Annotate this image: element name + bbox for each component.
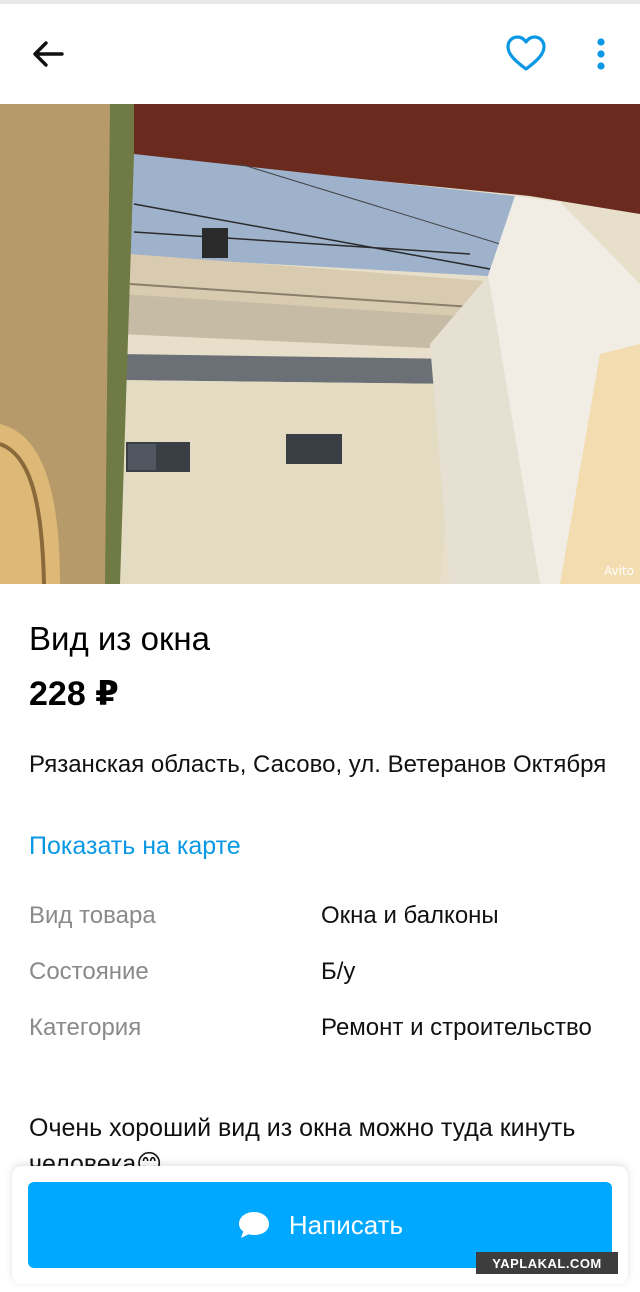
favorite-button[interactable] [504,32,548,76]
more-button[interactable] [588,34,614,74]
listing-photo[interactable]: Avito [0,104,640,584]
listing-address: Рязанская область, Сасово, ул. Ветеранов… [29,751,607,778]
listing-price: 228 ₽ [29,675,119,713]
listing-title: Вид из окна [29,620,210,657]
param-label-condition: Состояние [29,958,149,985]
top-bar [0,0,640,104]
more-vertical-icon [597,38,605,70]
param-label-category: Категория [29,1014,142,1041]
chat-bubble-icon [238,1212,269,1238]
param-value-type: Окна и балконы [321,902,499,929]
status-strip [0,0,640,4]
photo-image [0,104,640,584]
back-button[interactable] [28,34,68,74]
site-watermark: YAPLAKAL.COM [476,1252,618,1274]
param-value-category: Ремонт и строительство [321,1014,592,1041]
show-on-map-link[interactable]: Показать на карте [29,832,241,861]
param-value-condition: Б/у [321,958,356,985]
param-label-type: Вид товара [29,902,156,929]
heart-icon [506,35,546,71]
arrow-left-icon [33,41,64,67]
write-message-label: Написать [288,1209,404,1240]
photo-watermark: Avito [604,564,634,578]
